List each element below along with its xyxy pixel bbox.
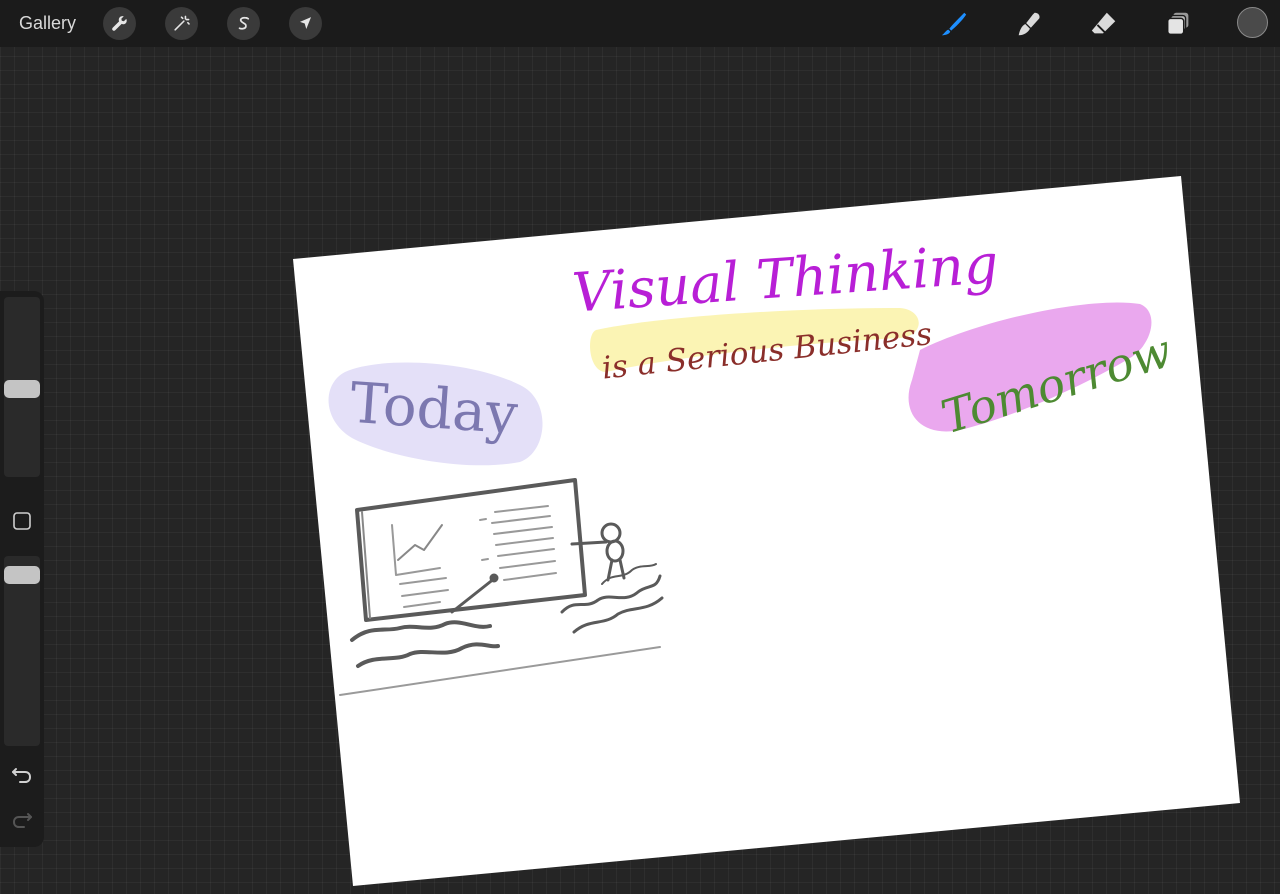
- undo-icon: [12, 768, 31, 783]
- wrench-icon: [112, 16, 127, 31]
- square-icon: [13, 512, 31, 530]
- redo-button[interactable]: [10, 808, 34, 830]
- layers-icon: [1167, 12, 1189, 36]
- eraser-tool-button[interactable]: [1088, 8, 1120, 40]
- modify-button[interactable]: [12, 511, 32, 531]
- adjustments-button[interactable]: [165, 7, 198, 40]
- left-sidebar: [0, 291, 44, 847]
- actions-button[interactable]: [103, 7, 136, 40]
- arrow-cursor-icon: [299, 17, 312, 30]
- smudge-icon: [1018, 12, 1040, 36]
- layers-button[interactable]: [1163, 8, 1195, 40]
- procreate-app: Visual Thinking is a Serious Business To…: [0, 0, 1280, 894]
- top-toolbar: Gallery: [0, 0, 1280, 47]
- magic-wand-icon: [174, 15, 190, 31]
- opacity-slider[interactable]: [4, 556, 40, 746]
- canvas-today-label: Today: [348, 371, 520, 448]
- smudge-tool-button[interactable]: [1013, 8, 1045, 40]
- brush-tool-button[interactable]: [938, 8, 970, 40]
- gallery-button[interactable]: Gallery: [19, 11, 76, 35]
- selection-button[interactable]: [227, 7, 260, 40]
- color-picker-button[interactable]: [1237, 7, 1268, 38]
- brush-icon: [941, 12, 967, 36]
- opacity-thumb[interactable]: [4, 566, 40, 584]
- undo-button[interactable]: [10, 763, 34, 785]
- selection-s-icon: [238, 16, 250, 30]
- canvas-artwork[interactable]: Visual Thinking is a Serious Business To…: [0, 0, 1280, 894]
- brush-size-thumb[interactable]: [4, 380, 40, 398]
- transform-button[interactable]: [289, 7, 322, 40]
- redo-icon: [13, 813, 32, 828]
- eraser-icon: [1091, 12, 1116, 34]
